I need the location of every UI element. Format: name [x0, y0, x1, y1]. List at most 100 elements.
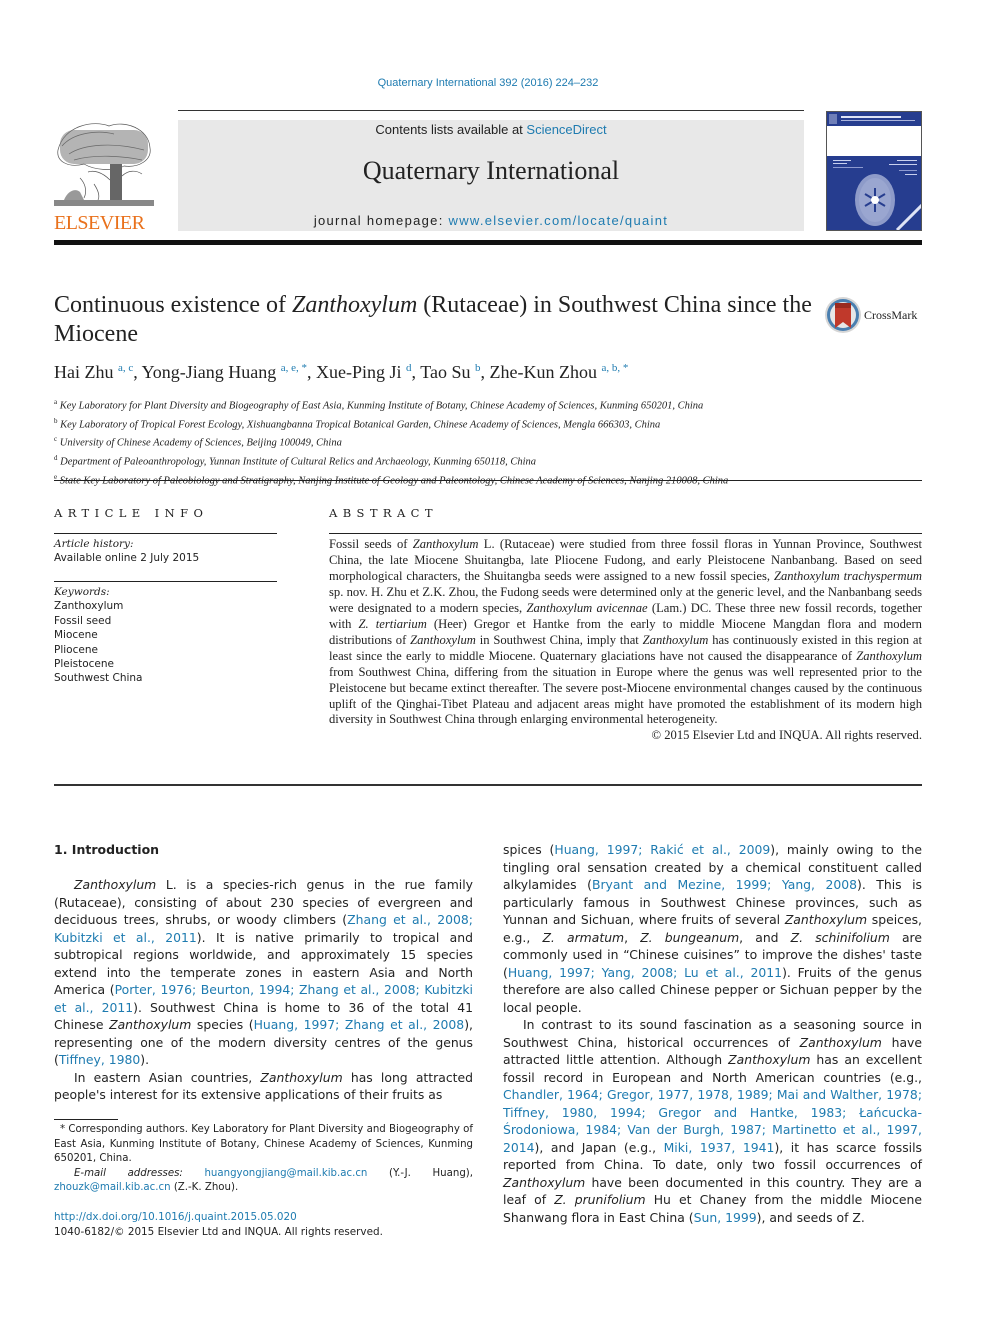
author-separator: ,	[133, 362, 142, 382]
article-info-heading: ARTICLE INFO	[54, 506, 209, 520]
email-owner-huang: (Y.-J. Huang),	[367, 1167, 473, 1179]
history-label: Article history:	[54, 538, 134, 550]
citation-link[interactable]: Bryant and Mezine, 1999; Yang, 2008	[592, 877, 857, 892]
affiliation-item: c University of Chinese Academy of Scien…	[54, 432, 914, 451]
text-run: from Southwest China, differing from the…	[329, 664, 922, 727]
crossmark-button[interactable]: CrossMark	[824, 296, 924, 334]
front-matter-rule	[54, 784, 922, 786]
author-affiliation-marker[interactable]: a, b, *	[601, 362, 628, 374]
article-info-rule	[54, 533, 277, 534]
keyword-item: Southwest China	[54, 672, 143, 685]
body-paragraph: spices (Huang, 1997; Rakić et al., 2009)…	[503, 841, 922, 1016]
text-run: ), and seeds of Z.	[756, 1209, 865, 1225]
keyword-list: Zanthoxylum Fossil seed Miocene Pliocene Ple…	[54, 599, 142, 685]
text-run: , and	[739, 929, 791, 945]
abstract-copyright: © 2015 Elsevier Ltd and INQUA. All right…	[651, 728, 922, 743]
article-history: Article history: Available online 2 July…	[54, 537, 199, 566]
email-label: E-mail addresses:	[74, 1167, 183, 1179]
citation-link[interactable]: Sun, 1999	[694, 1210, 757, 1225]
doi-link[interactable]: http://dx.doi.org/10.1016/j.quaint.2015.…	[54, 1211, 297, 1223]
author-name[interactable]: Tao Su	[420, 362, 475, 382]
article-title: Continuous existence of Zanthoxylum (Rut…	[54, 291, 814, 349]
author-affiliation-marker[interactable]: a, e, *	[281, 362, 307, 374]
email-link-zhou[interactable]: zhouzk@mail.kib.ac.cn	[54, 1182, 171, 1193]
italic-term: Zanthoxylum	[74, 877, 157, 892]
crossmark-label: CrossMark	[864, 308, 918, 322]
italic-term: Zanthoxylum	[728, 1052, 811, 1067]
italic-term: Zanthoxylum	[642, 632, 709, 647]
keyword-item: Fossil seed	[54, 614, 112, 627]
journal-homepage-link[interactable]: www.elsevier.com/locate/quaint	[449, 213, 669, 228]
affiliation-text: Key Laboratory for Plant Diversity and B…	[57, 400, 704, 412]
italic-term: Zanthoxylum	[412, 537, 479, 551]
affiliation-rule	[54, 480, 922, 481]
elsevier-logo[interactable]: ELSEVIER	[54, 120, 156, 234]
author-name[interactable]: Zhe-Kun Zhou	[489, 362, 601, 382]
journal-citation-link[interactable]: Quaternary International 392 (2016) 224–…	[0, 77, 976, 89]
footnotes: * Corresponding authors. Key Laboratory …	[54, 1123, 473, 1196]
body-paragraph: In contrast to its sound fascination as …	[503, 1016, 922, 1226]
italic-term: Zanthoxylum	[503, 1174, 586, 1190]
text-run: ,	[624, 929, 641, 945]
journal-name: Quaternary International	[362, 156, 620, 185]
citation-link[interactable]: Huang, 1997; Yang, 2008; Lu et al., 2011	[508, 965, 782, 980]
italic-term: Zanthoxylum trachyspermum	[773, 568, 922, 583]
citation-link[interactable]: Miki, 1937, 1941	[664, 1140, 775, 1155]
header-heavy-rule	[54, 240, 922, 245]
contents-prefix: Contents lists available at	[375, 122, 527, 137]
affiliation-item: d Department of Paleoanthropology, Yunna…	[54, 451, 914, 470]
email-link-huang[interactable]: huangyongjiang@mail.kib.ac.cn	[204, 1168, 367, 1179]
title-part-1: Continuous existence of	[54, 292, 292, 318]
text-run: species (	[191, 1017, 254, 1032]
abstract-heading: ABSTRACT	[329, 506, 438, 520]
italic-term: Zanthoxylum avicennae	[526, 600, 648, 615]
abstract-text: Fossil seeds of Zanthoxylum L. (Rutaceae…	[329, 537, 922, 728]
affiliation-text: Department of Paleoanthropology, Yunnan …	[57, 456, 537, 468]
italic-term: Zanthoxylum	[260, 1069, 343, 1085]
author-name[interactable]: Xue-Ping Ji	[316, 362, 406, 382]
citation-link[interactable]: Huang, 1997; Zhang et al., 2008	[254, 1017, 465, 1032]
email-note: E-mail addresses: huangyongjiang@mail.ki…	[54, 1167, 473, 1196]
journal-cover-image[interactable]	[826, 111, 922, 231]
sciencedirect-link[interactable]: ScienceDirect	[526, 122, 606, 137]
email-owner-zhou: (Z.-K. Zhou).	[170, 1182, 239, 1194]
affiliation-item: b Key Laboratory of Tropical Forest Ecol…	[54, 414, 914, 433]
corresponding-author-note: * Corresponding authors. Key Laboratory …	[54, 1124, 473, 1165]
citation-link[interactable]: Huang, 1997; Rakić et al., 2009	[554, 842, 770, 857]
italic-term: Zanthoxylum	[784, 912, 868, 927]
author-separator: ,	[411, 362, 421, 382]
journal-masthead: Contents lists available at ScienceDirec…	[178, 120, 804, 231]
text-run: spices (	[503, 842, 555, 857]
keywords-block: Keywords: Zanthoxylum Fossil seed Miocene P…	[54, 585, 142, 686]
introduction-heading: 1. Introduction	[54, 842, 160, 857]
author-affiliation-marker[interactable]: a, c	[118, 362, 133, 374]
keyword-item: Zanthoxylum	[54, 600, 124, 613]
body-column-right: spices (Huang, 1997; Rakić et al., 2009)…	[503, 841, 922, 1226]
journal-cover-icon	[827, 112, 921, 230]
text-run: Fossil seeds of	[329, 537, 413, 551]
contents-line: Contents lists available at ScienceDirec…	[178, 122, 804, 137]
abstract-rule	[329, 533, 922, 534]
header-rule	[178, 110, 804, 111]
author-name[interactable]: Yong-Jiang Huang	[142, 362, 281, 382]
author-separator: ,	[307, 362, 317, 382]
homepage-line: journal homepage: www.elsevier.com/locat…	[178, 213, 804, 228]
keywords-label: Keywords:	[54, 586, 110, 598]
citation-link[interactable]: Tiffney, 1980	[59, 1052, 140, 1067]
italic-term: Z. schinifolium	[790, 929, 890, 945]
title-genus: Zanthoxylum	[291, 292, 418, 318]
issn-copyright: 1040-6182/© 2015 Elsevier Ltd and INQUA.…	[54, 1226, 383, 1238]
italic-term: Z. prunifolium	[554, 1192, 646, 1207]
affiliation-text: University of Chinese Academy of Science…	[57, 437, 342, 449]
abstract-body: Fossil seeds of Zanthoxylum L. (Rutaceae…	[329, 537, 922, 744]
keyword-item: Pleistocene	[54, 658, 114, 671]
text-run: ).	[140, 1052, 150, 1067]
author-name[interactable]: Hai Zhu	[54, 362, 118, 382]
affiliation-item: a Key Laboratory for Plant Diversity and…	[54, 395, 914, 414]
keywords-rule	[54, 581, 277, 582]
italic-term: Z. tertiarium	[358, 616, 427, 631]
italic-term: Zanthoxylum	[109, 1017, 192, 1032]
italic-term: Zanthoxylum	[410, 632, 476, 647]
keyword-item: Miocene	[54, 629, 98, 642]
keyword-item: Pliocene	[54, 643, 98, 656]
